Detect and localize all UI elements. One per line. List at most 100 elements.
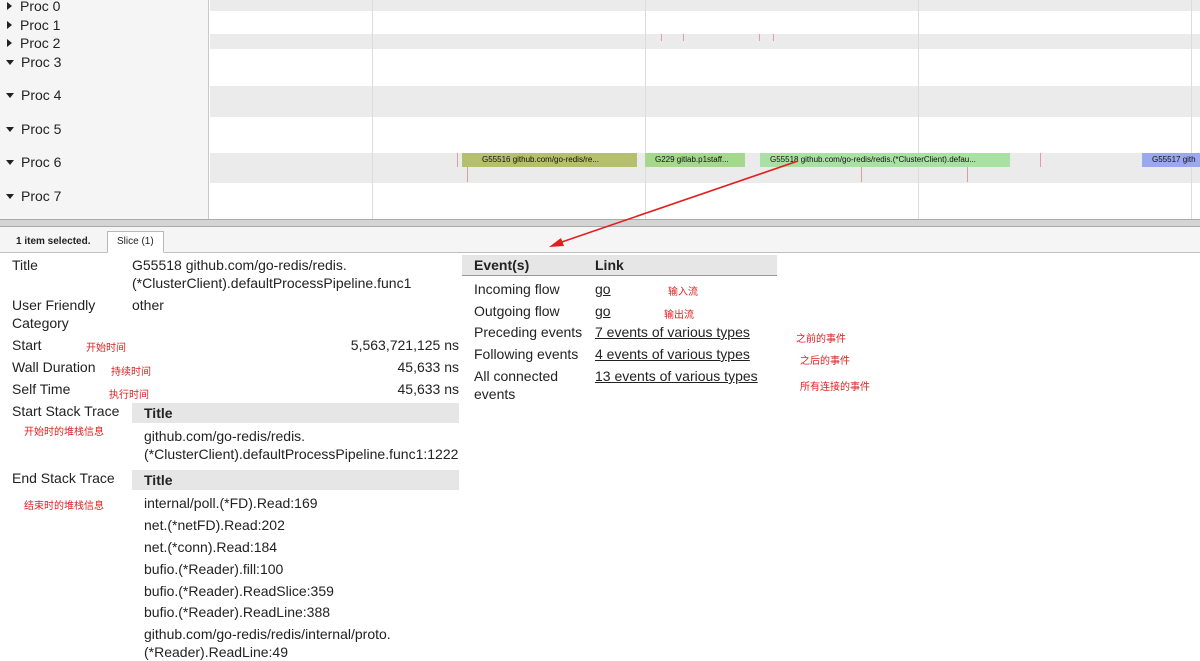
track-band [210, 34, 1200, 49]
end-stack-frame[interactable]: net.(*conn).Read:184 [144, 538, 277, 556]
annotation-preceding: 之前的事件 [796, 334, 846, 345]
time-gridline [1191, 0, 1192, 220]
slice-label: G55518 github.com/go-redis/redis.(*Clust… [770, 155, 976, 164]
category-value: other [132, 297, 164, 313]
proc-row-0[interactable]: Proc 0 [0, 0, 60, 15]
start-stack-header: Title [132, 403, 459, 423]
proc-row-4[interactable]: Proc 4 [0, 86, 61, 104]
link-all-connected[interactable]: 13 events of various types [595, 367, 758, 385]
end-stack-header: Title [132, 470, 459, 490]
annotation-end-stack: 结束时的堆栈信息 [24, 501, 104, 512]
annotation-self: 执行时间 [109, 390, 149, 401]
track-label-column: Proc 0 Proc 1 Proc 2 Proc 3 Proc 4 Proc … [0, 0, 209, 220]
collapse-arrow-icon[interactable] [6, 193, 14, 199]
proc-label: Proc 0 [20, 0, 61, 14]
event-tick [1040, 153, 1041, 167]
link-preceding-events[interactable]: 7 events of various types [595, 323, 750, 341]
time-gridline [645, 0, 646, 220]
col-header-link: Link [595, 257, 624, 273]
proc-row-5[interactable]: Proc 5 [0, 120, 61, 138]
collapse-arrow-icon[interactable] [6, 92, 14, 98]
link-following-events[interactable]: 4 events of various types [595, 345, 750, 363]
annotation-start: 开始时间 [86, 343, 126, 354]
end-stack-frame[interactable]: internal/poll.(*FD).Read:169 [144, 494, 318, 512]
annotation-following: 之后的事件 [800, 356, 850, 367]
track-canvas[interactable]: G55516 github.com/go-redis/re... G229 gi… [210, 0, 1200, 220]
link-outgoing-flow[interactable]: go [595, 302, 611, 320]
annotation-all-connected: 所有连接的事件 [800, 382, 870, 393]
event-tick [773, 34, 774, 41]
proc-row-2[interactable]: Proc 2 [0, 34, 60, 52]
expand-arrow-icon[interactable] [7, 2, 12, 10]
slice-label: G55517 gith [1152, 155, 1196, 164]
event-preceding: Preceding events [474, 324, 583, 340]
selection-count: 1 item selected. [16, 236, 91, 247]
slice-g55518[interactable]: G55518 github.com/go-redis/redis.(*Clust… [760, 153, 1010, 167]
title-value-line2: (*ClusterClient).defaultProcessPipeline.… [132, 275, 412, 291]
proc-label: Proc 7 [21, 188, 62, 204]
collapse-arrow-icon[interactable] [6, 159, 14, 165]
sub-slice-marker [861, 167, 862, 182]
end-stack-frame[interactable]: (*Reader).ReadLine:49 [144, 643, 288, 661]
events-table-header: Event(s) Link [462, 255, 777, 276]
sub-slice-marker [967, 167, 968, 182]
start-stack-label: Start Stack Trace [12, 403, 120, 419]
event-outgoing-flow: Outgoing flow [474, 303, 560, 319]
track-band [210, 0, 1200, 11]
slice-g229[interactable]: G229 gitlab.p1staff... [645, 153, 745, 167]
proc-label: Proc 2 [20, 35, 61, 51]
annotation-incoming: 输入流 [668, 287, 698, 298]
proc-label: Proc 1 [20, 17, 61, 33]
proc-row-1[interactable]: Proc 1 [0, 16, 60, 34]
slice-g55517[interactable]: G55517 gith [1142, 153, 1200, 167]
expand-arrow-icon[interactable] [7, 39, 12, 47]
event-following: Following events [474, 346, 579, 362]
collapse-arrow-icon[interactable] [6, 126, 14, 132]
expand-arrow-icon[interactable] [7, 21, 12, 29]
proc-label: Proc 4 [21, 87, 62, 103]
detail-tabbar: 1 item selected. Slice (1) [0, 227, 1200, 253]
start-stack-frame-line2[interactable]: (*ClusterClient).defaultProcessPipeline.… [144, 445, 458, 463]
end-stack-frame[interactable]: github.com/go-redis/redis/internal/proto… [144, 625, 391, 643]
category-label-line2: Category [12, 315, 69, 331]
event-all-connected: All connected [474, 368, 559, 384]
annotation-wall: 持续时间 [111, 367, 151, 378]
event-incoming-flow: Incoming flow [474, 281, 560, 297]
title-label: Title [12, 257, 38, 273]
end-stack-label: End Stack Trace [12, 470, 115, 486]
panel-splitter[interactable] [0, 219, 1200, 227]
slice-g55516[interactable]: G55516 github.com/go-redis/re... [462, 153, 637, 167]
wall-duration-label: Wall Duration [12, 359, 96, 375]
sub-slice-marker [467, 167, 468, 182]
self-time-value: 45,633 ns [397, 381, 460, 397]
collapse-arrow-icon[interactable] [6, 59, 14, 65]
proc-row-6[interactable]: Proc 6 [0, 153, 61, 171]
start-stack-frame-line1[interactable]: github.com/go-redis/redis. [144, 427, 305, 445]
slice-label: G229 gitlab.p1staff... [655, 155, 729, 164]
link-incoming-flow[interactable]: go [595, 280, 611, 298]
time-gridline [372, 0, 373, 220]
end-stack-frame[interactable]: net.(*netFD).Read:202 [144, 516, 285, 534]
end-stack-frame[interactable]: bufio.(*Reader).fill:100 [144, 560, 283, 578]
slice-label: G55516 github.com/go-redis/re... [482, 155, 599, 164]
title-value-line1: G55518 github.com/go-redis/redis. [132, 257, 347, 273]
start-label: Start [12, 337, 42, 353]
event-tick [661, 34, 662, 41]
track-band [210, 86, 1200, 117]
event-all-connected-line2: events [474, 386, 516, 402]
category-label-line1: User Friendly [12, 297, 96, 313]
proc-row-7[interactable]: Proc 7 [0, 187, 61, 205]
end-stack-frame[interactable]: bufio.(*Reader).ReadLine:388 [144, 603, 330, 621]
tab-slice[interactable]: Slice (1) [107, 231, 164, 253]
event-tick [759, 34, 760, 41]
event-tick [457, 153, 458, 167]
proc-label: Proc 5 [21, 121, 62, 137]
wall-duration-value: 45,633 ns [397, 359, 460, 375]
proc-label: Proc 6 [21, 154, 62, 170]
proc-row-3[interactable]: Proc 3 [0, 53, 61, 71]
timeline-view: Proc 0 Proc 1 Proc 2 Proc 3 Proc 4 Proc … [0, 0, 1200, 220]
proc-label: Proc 3 [21, 54, 62, 70]
end-stack-frame[interactable]: bufio.(*Reader).ReadSlice:359 [144, 582, 334, 600]
start-value: 5,563,721,125 ns [350, 337, 459, 353]
event-tick [683, 34, 684, 41]
